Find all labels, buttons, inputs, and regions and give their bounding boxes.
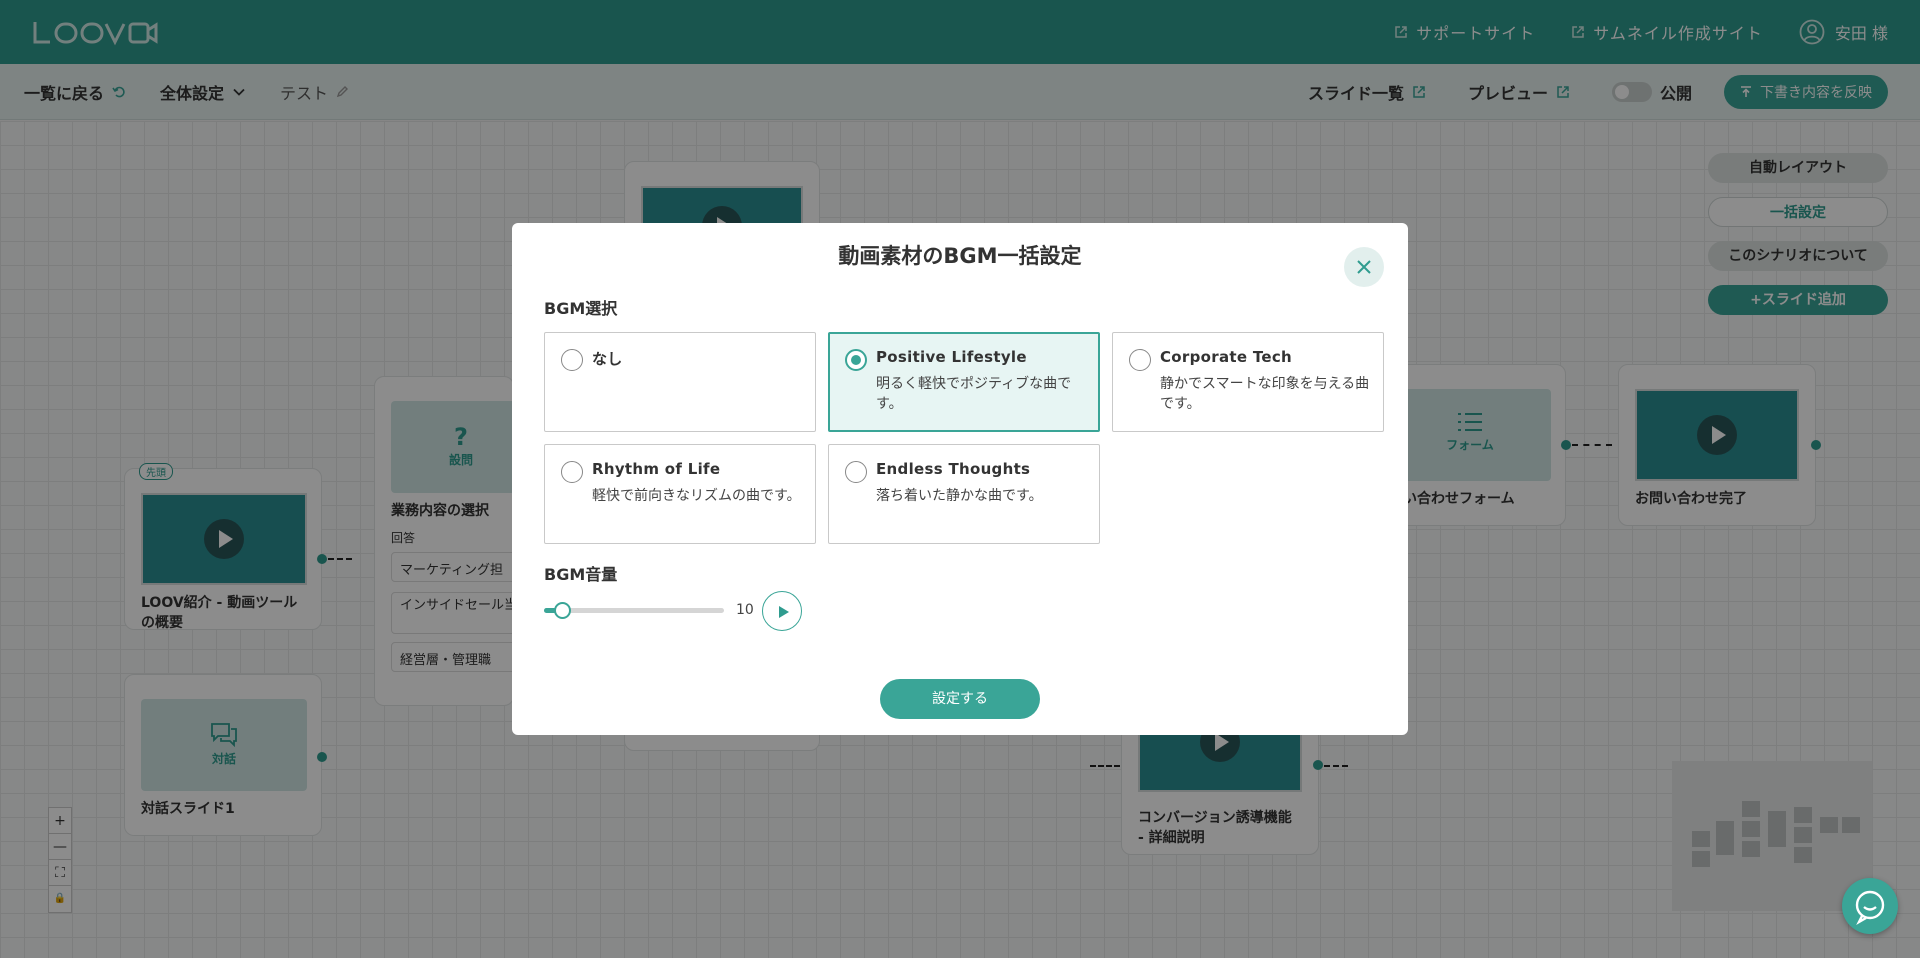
bgm-option-none[interactable]: なし xyxy=(544,332,816,432)
bgm-option-endless-thoughts[interactable]: Endless Thoughts 落ち着いた静かな曲です。 xyxy=(828,444,1100,544)
bgm-select-label: BGM選択 xyxy=(544,299,618,318)
volume-slider[interactable] xyxy=(544,602,724,619)
volume-slider-thumb[interactable] xyxy=(554,602,571,619)
radio-button[interactable] xyxy=(1129,349,1151,371)
bgm-option-rhythm-of-life[interactable]: Rhythm of Life 軽快で前向きなリズムの曲です。 xyxy=(544,444,816,544)
bgm-option-name: Corporate Tech xyxy=(1160,348,1293,366)
preview-play-button[interactable] xyxy=(762,591,802,631)
bgm-option-desc: 明るく軽快でポジティブな曲です。 xyxy=(876,376,1072,412)
bgm-option-name: Positive Lifestyle xyxy=(876,348,1027,366)
submit-button[interactable]: 設定する xyxy=(880,679,1040,719)
play-icon xyxy=(779,606,789,618)
radio-button[interactable] xyxy=(845,461,867,483)
bgm-volume-label: BGM音量 xyxy=(544,565,618,584)
bgm-option-desc: 軽快で前向きなリズムの曲です。 xyxy=(592,488,801,504)
close-icon xyxy=(1357,260,1371,274)
bgm-option-desc: 落ち着いた静かな曲です。 xyxy=(876,488,1043,504)
radio-button[interactable] xyxy=(845,349,867,371)
bgm-option-name: Rhythm of Life xyxy=(592,460,721,478)
radio-button[interactable] xyxy=(561,461,583,483)
radio-button[interactable] xyxy=(561,349,583,371)
close-button[interactable] xyxy=(1344,247,1384,287)
bgm-option-name: Endless Thoughts xyxy=(876,460,1031,478)
bgm-option-desc: 静かでスマートな印象を与える曲です。 xyxy=(1160,376,1370,412)
bgm-option-corporate-tech[interactable]: Corporate Tech 静かでスマートな印象を与える曲です。 xyxy=(1112,332,1384,432)
chat-icon xyxy=(1855,890,1885,926)
bgm-option-positive-lifestyle[interactable]: Positive Lifestyle 明るく軽快でポジティブな曲です。 xyxy=(828,332,1100,432)
bgm-settings-modal: 動画素材のBGM一括設定 BGM選択 なし Positive Lifestyle… xyxy=(512,223,1408,735)
modal-title: 動画素材のBGM一括設定 xyxy=(838,244,1082,268)
bgm-option-name: なし xyxy=(592,350,623,368)
chat-support-button[interactable] xyxy=(1842,878,1898,934)
volume-value: 10 xyxy=(736,602,754,618)
